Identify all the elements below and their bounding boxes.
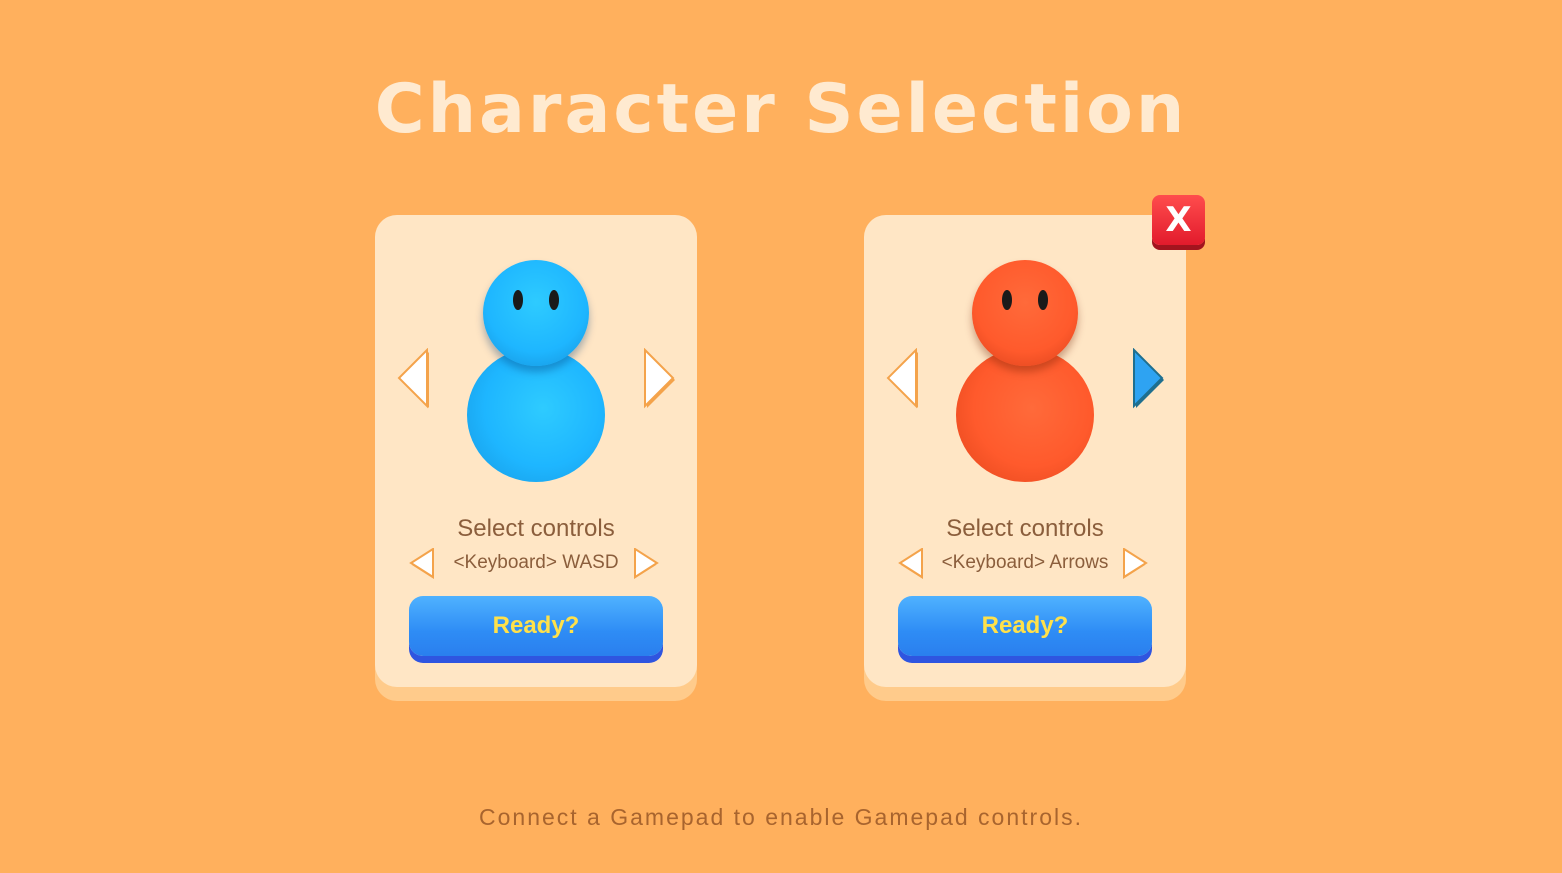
next-controls-arrow-icon[interactable]	[1120, 548, 1148, 582]
eye-left	[513, 290, 523, 310]
player-card-1: Select controls <Keyboard> WASD Ready?	[375, 215, 697, 687]
prev-character-arrow-icon[interactable]	[397, 348, 433, 412]
character-selection-screen: Character Selection Select controls <Key…	[0, 0, 1562, 873]
prev-character-arrow-icon[interactable]	[886, 348, 922, 412]
controls-label: Select controls	[457, 515, 615, 542]
gamepad-hint: Connect a Gamepad to enable Gamepad cont…	[479, 804, 1083, 830]
eye-left	[1002, 290, 1012, 310]
ready-button[interactable]: Ready?	[409, 596, 663, 656]
eye-right	[1038, 290, 1048, 310]
character-head	[972, 260, 1078, 366]
character-body	[467, 348, 605, 482]
close-player-button[interactable]: X	[1152, 195, 1205, 245]
player-card-2: Select controls <Keyboard> Arrows Ready?	[864, 215, 1186, 687]
page-title: Character Selection	[374, 70, 1188, 149]
next-controls-arrow-icon[interactable]	[631, 548, 659, 582]
character-avatar-orange	[956, 260, 1096, 485]
character-avatar-blue	[467, 260, 607, 485]
character-body	[956, 348, 1094, 482]
eye-right	[549, 290, 559, 310]
character-head	[483, 260, 589, 366]
next-character-arrow-icon[interactable]	[641, 348, 677, 412]
controls-label: Select controls	[946, 515, 1104, 542]
ready-button[interactable]: Ready?	[898, 596, 1152, 656]
next-character-arrow-icon-highlighted[interactable]	[1130, 348, 1166, 412]
